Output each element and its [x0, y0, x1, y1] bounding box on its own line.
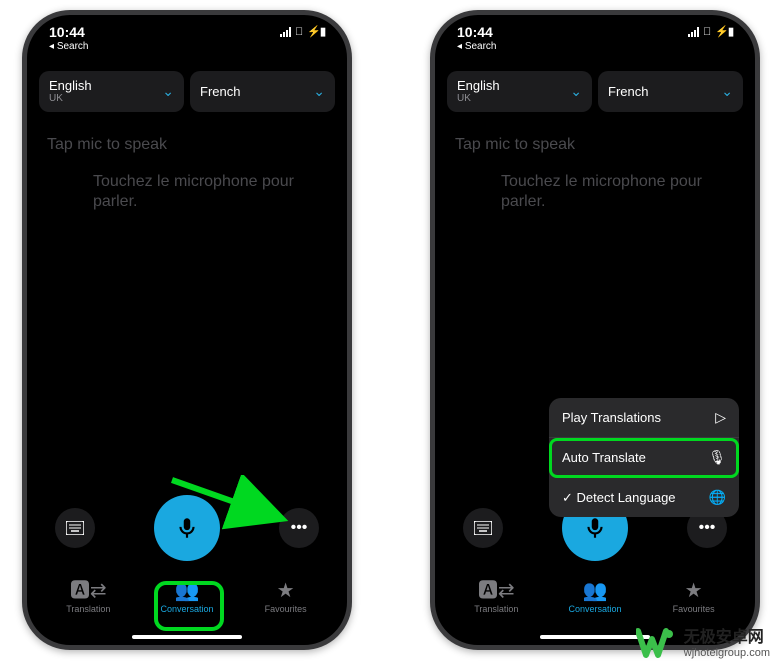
star-icon: ★	[277, 581, 295, 601]
tab-label: Translation	[66, 604, 110, 614]
tab-translation[interactable]: 🅰︎⇄ Translation	[451, 581, 541, 614]
notch	[112, 15, 262, 41]
phone-frame-left: 10:44 Search 􀙇 ⚡▮ English UK ⌄ French ⌄	[22, 10, 352, 650]
more-options-popup: Play Translations ▷ Auto Translate 🎙︎ De…	[549, 398, 739, 517]
popup-item-label: Detect Language	[562, 490, 676, 506]
tab-label: Favourites	[673, 604, 715, 614]
keyboard-icon	[474, 521, 492, 535]
ellipsis-icon: •••	[291, 519, 308, 537]
language-from-name: English	[457, 79, 500, 93]
phone-frame-right: 10:44 Search 􀙇 ⚡▮ English UK ⌄ French ⌄	[430, 10, 760, 650]
star-icon: ★	[685, 581, 703, 601]
language-from-sub: UK	[457, 93, 500, 104]
popup-detect-language[interactable]: Detect Language 🌐	[549, 478, 739, 517]
prompt-target: Touchez le microphone pour parler.	[455, 172, 735, 212]
language-from-sub: UK	[49, 93, 92, 104]
prompt-source: Tap mic to speak	[47, 136, 327, 154]
tab-conversation[interactable]: 👥 Conversation	[550, 581, 640, 614]
home-indicator[interactable]	[540, 635, 650, 639]
translation-icon: 🅰︎⇄	[70, 581, 107, 601]
chevron-down-icon: ⌄	[721, 83, 733, 100]
language-to-name: French	[200, 85, 240, 99]
ellipsis-icon: •••	[699, 519, 716, 537]
prompt-source: Tap mic to speak	[455, 136, 735, 154]
chevron-down-icon: ⌄	[162, 83, 174, 100]
popup-auto-translate[interactable]: Auto Translate 🎙︎	[549, 438, 739, 478]
language-to-selector[interactable]: French ⌄	[190, 71, 335, 112]
screen: English UK ⌄ French ⌄ Tap mic to speak T…	[27, 15, 347, 645]
conversation-icon: 👥	[583, 581, 608, 601]
popup-play-translations[interactable]: Play Translations ▷	[549, 398, 739, 438]
screen: English UK ⌄ French ⌄ Tap mic to speak T…	[435, 15, 755, 645]
tab-translation[interactable]: 🅰︎⇄ Translation	[43, 581, 133, 614]
tab-favourites[interactable]: ★ Favourites	[649, 581, 739, 614]
language-to-name: French	[608, 85, 648, 99]
mic-icon	[582, 515, 608, 541]
language-from-selector[interactable]: English UK ⌄	[39, 71, 184, 112]
prompt-area: Tap mic to speak Touchez le microphone p…	[27, 118, 347, 212]
language-from-name: English	[49, 79, 92, 93]
keyboard-icon	[66, 521, 84, 535]
tab-bar: 🅰︎⇄ Translation 👥 Conversation ★ Favouri…	[435, 571, 755, 633]
controls-row: •••	[27, 495, 347, 561]
mic-button[interactable]	[154, 495, 220, 561]
more-button[interactable]: •••	[279, 508, 319, 548]
chevron-down-icon: ⌄	[570, 83, 582, 100]
chevron-down-icon: ⌄	[313, 83, 325, 100]
language-from-selector[interactable]: English UK ⌄	[447, 71, 592, 112]
keyboard-button[interactable]	[463, 508, 503, 548]
watermark-url: wjhotelgroup.com	[684, 647, 770, 659]
translation-icon: 🅰︎⇄	[478, 581, 515, 601]
tab-bar: 🅰︎⇄ Translation 👥 Conversation ★ Favouri…	[27, 571, 347, 633]
tab-label: Translation	[474, 604, 518, 614]
globe-icon: 🌐	[709, 489, 726, 506]
tab-label: Conversation	[568, 604, 621, 614]
language-selector-row: English UK ⌄ French ⌄	[27, 65, 347, 118]
notch	[520, 15, 670, 41]
tab-label: Favourites	[265, 604, 307, 614]
prompt-target: Touchez le microphone pour parler.	[47, 172, 327, 212]
tab-favourites[interactable]: ★ Favourites	[241, 581, 331, 614]
language-to-selector[interactable]: French ⌄	[598, 71, 743, 112]
watermark: 无极安卓网 wjhotelgroup.com	[636, 627, 770, 661]
mic-icon	[174, 515, 200, 541]
conversation-icon: 👥	[175, 581, 200, 601]
keyboard-button[interactable]	[55, 508, 95, 548]
popup-item-label: Auto Translate	[562, 450, 646, 465]
watermark-logo-icon	[636, 627, 676, 661]
language-selector-row: English UK ⌄ French ⌄	[435, 65, 755, 118]
tab-label: Conversation	[160, 604, 213, 614]
prompt-area: Tap mic to speak Touchez le microphone p…	[435, 118, 755, 212]
popup-item-label: Play Translations	[562, 410, 661, 425]
watermark-title: 无极安卓网	[684, 629, 770, 647]
tab-conversation[interactable]: 👥 Conversation	[142, 581, 232, 614]
play-icon: ▷	[715, 409, 726, 426]
mic-auto-icon: 🎙︎	[708, 449, 726, 466]
home-indicator[interactable]	[132, 635, 242, 639]
